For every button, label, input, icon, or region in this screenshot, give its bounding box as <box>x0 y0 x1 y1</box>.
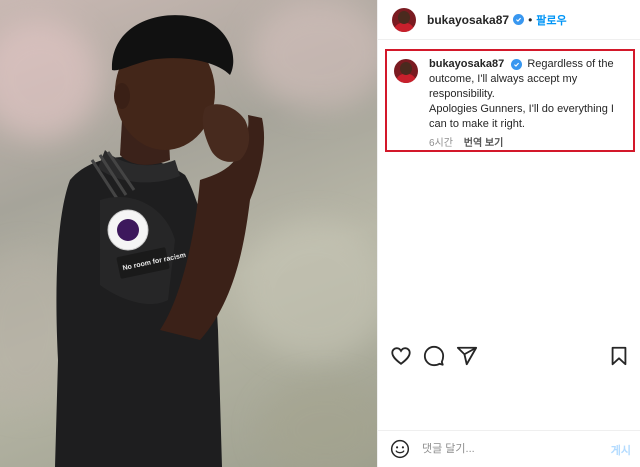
separator: • <box>528 12 533 27</box>
emoji-icon[interactable] <box>390 439 410 459</box>
follow-button[interactable]: 팔로우 <box>536 12 566 28</box>
caption-line: outcome, I'll always accept my <box>429 73 578 85</box>
post-time: 6시간 <box>429 138 453 149</box>
caption-highlight: bukayosaka87 Regardless of the outcome, … <box>385 49 635 152</box>
verified-badge-icon <box>511 59 523 70</box>
player-figure: No room for racism <box>55 15 265 467</box>
caption-meta: 6시간 번역 보기 <box>429 136 622 151</box>
verified-badge-icon <box>513 14 525 25</box>
caption-line: responsibility. <box>429 88 495 100</box>
caption-line: Regardless of the <box>527 58 614 70</box>
translate-button[interactable]: 번역 보기 <box>464 138 504 149</box>
bookmark-icon[interactable] <box>608 345 630 367</box>
avatar[interactable] <box>394 59 418 83</box>
post-header: bukayosaka87 • 팔로우 <box>378 0 640 40</box>
action-bar <box>390 344 630 368</box>
heart-icon[interactable] <box>390 345 412 367</box>
post-comment-button[interactable]: 게시 <box>611 442 631 458</box>
post-photo[interactable]: No room for racism <box>0 0 377 467</box>
caption-line: can to make it right. <box>429 118 525 130</box>
post-username[interactable]: bukayosaka87 <box>427 13 509 27</box>
caption: bukayosaka87 Regardless of the outcome, … <box>429 57 622 149</box>
comment-icon[interactable] <box>423 345 445 367</box>
share-icon[interactable] <box>456 345 478 367</box>
comment-input[interactable] <box>422 443 592 455</box>
comment-bar: 게시 <box>378 430 640 467</box>
avatar[interactable] <box>392 7 416 32</box>
post-sidebar: bukayosaka87 • 팔로우 bukayosaka87 Regardle… <box>377 0 640 467</box>
caption-username[interactable]: bukayosaka87 <box>429 58 504 70</box>
caption-line: Apologies Gunners, I'll do everything I <box>429 103 614 115</box>
